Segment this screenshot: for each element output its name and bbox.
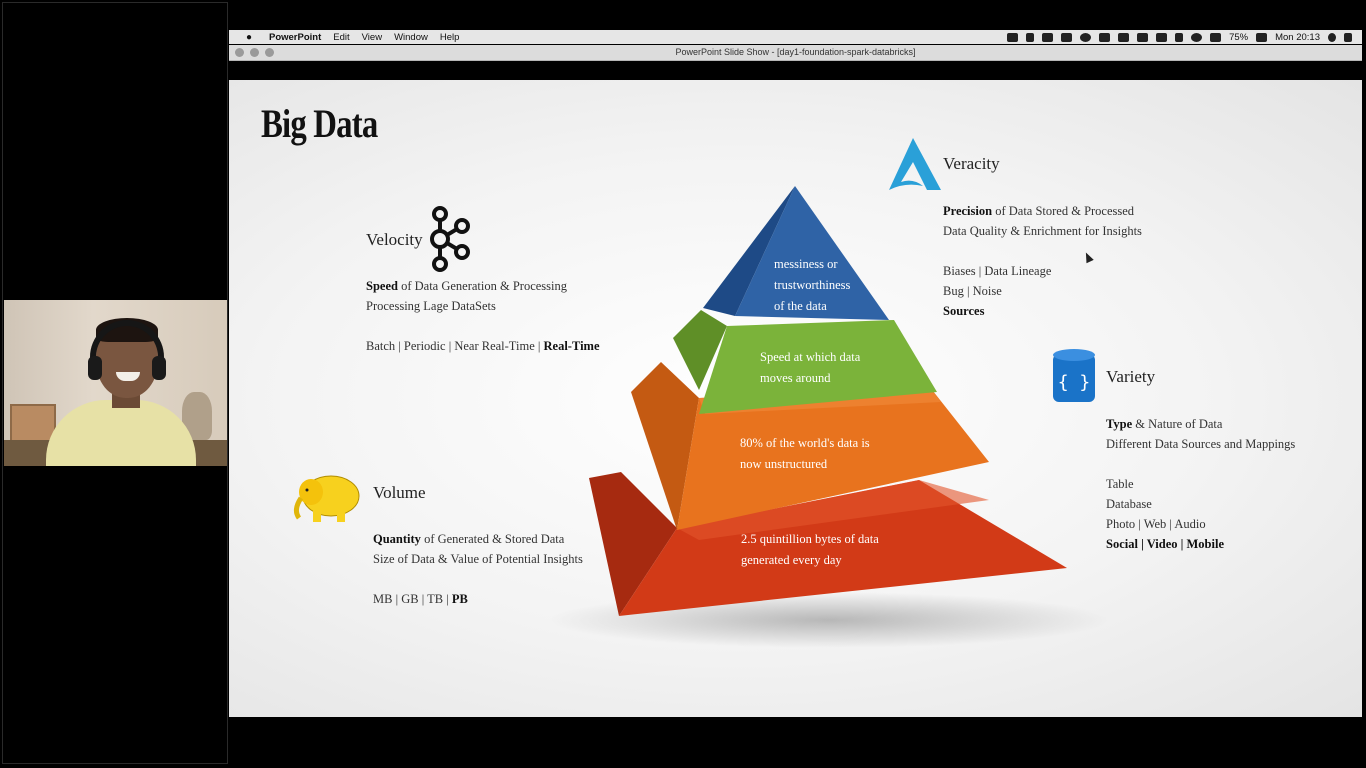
menu-edit[interactable]: Edit: [333, 32, 349, 43]
cloud-status-icon[interactable]: [1080, 32, 1092, 42]
mac-menubar: ● PowerPoint Edit View Window Help 75% M…: [229, 30, 1362, 44]
menu-help[interactable]: Help: [440, 32, 460, 43]
battery-icon[interactable]: [1256, 32, 1268, 42]
window-titlebar: PowerPoint Slide Show - [day1-foundation…: [229, 45, 1362, 61]
pyramid-variety-text: 80% of the world's data is now unstructu…: [740, 436, 870, 471]
volume-title: Volume: [373, 483, 426, 502]
spotlight-search-icon[interactable]: [1328, 32, 1336, 42]
grid-status-icon[interactable]: [1099, 32, 1111, 42]
variety-line-3: Table: [1106, 477, 1134, 491]
volume-line-1: Quantity of Generated & Stored Data: [373, 532, 565, 546]
car-status-icon[interactable]: [1007, 32, 1019, 42]
veracity-line-5: Sources: [943, 304, 985, 318]
veracity-line-4: Bug | Noise: [943, 284, 1002, 298]
wifi-icon[interactable]: [1191, 32, 1203, 42]
webcam-video: [4, 300, 227, 466]
veracity-line-3: Biases | Data Lineage: [943, 264, 1052, 278]
kafka-logo-icon: [430, 206, 470, 272]
apple-menu-icon[interactable]: ●: [241, 32, 257, 43]
pyramid-veracity-text: messiness or trustworthiness of the data: [774, 257, 851, 313]
veracity-logo-icon: [889, 138, 941, 190]
menu-powerpoint[interactable]: PowerPoint: [269, 32, 321, 43]
pyramid-volume-text: 2.5 quintillion bytes of data generated …: [741, 532, 879, 567]
menu-view[interactable]: View: [362, 32, 382, 43]
pyramid-velocity-text: Speed at which data moves around: [760, 350, 861, 385]
velocity-line-3: Batch | Periodic | Near Real-Time | Real…: [366, 339, 600, 353]
window-title: PowerPoint Slide Show - [day1-foundation…: [675, 47, 916, 57]
volume-line-2: Size of Data & Value of Potential Insigh…: [373, 552, 583, 566]
velocity-title: Velocity: [366, 230, 423, 249]
battery-percent[interactable]: 75%: [1229, 32, 1248, 43]
variety-line-5: Photo | Web | Audio: [1106, 517, 1206, 531]
volume-line-3: MB | GB | TB | PB: [373, 592, 468, 606]
notification-center-icon[interactable]: [1344, 32, 1352, 42]
veracity-line-1: Precision of Data Stored & Processed: [943, 204, 1135, 218]
slide[interactable]: Big Data messiness or trustworthiness of…: [229, 80, 1362, 717]
hadoop-elephant-icon: [293, 475, 360, 522]
variety-line-6: Social | Video | Mobile: [1106, 537, 1225, 551]
menu-window[interactable]: Window: [394, 32, 428, 43]
plus-status-icon[interactable]: [1061, 32, 1073, 42]
velocity-line-1: Speed of Data Generation & Processing: [366, 279, 568, 293]
notes-status-icon[interactable]: [1118, 32, 1130, 42]
airplay-icon[interactable]: [1156, 32, 1168, 42]
switch-status-icon[interactable]: [1042, 32, 1054, 42]
variety-line-4: Database: [1106, 497, 1152, 511]
svg-text:{ }: { }: [1058, 372, 1091, 393]
variety-line-1: Type & Nature of Data: [1106, 417, 1223, 431]
pyramid-graphic: [549, 186, 1109, 648]
variety-database-icon: { }: [1053, 349, 1095, 402]
bag-status-icon[interactable]: [1137, 32, 1149, 42]
s-status-icon[interactable]: [1026, 32, 1035, 42]
variety-line-2: Different Data Sources and Mappings: [1106, 437, 1296, 451]
velocity-line-2: Processing Lage DataSets: [366, 299, 496, 313]
veracity-line-2: Data Quality & Enrichment for Insights: [943, 224, 1142, 238]
volume-icon[interactable]: [1210, 32, 1222, 42]
menubar-clock[interactable]: Mon 20:13: [1275, 32, 1320, 43]
variety-title: Variety: [1106, 367, 1156, 386]
veracity-title: Veracity: [943, 154, 1000, 173]
bluetooth-icon[interactable]: [1175, 32, 1184, 42]
